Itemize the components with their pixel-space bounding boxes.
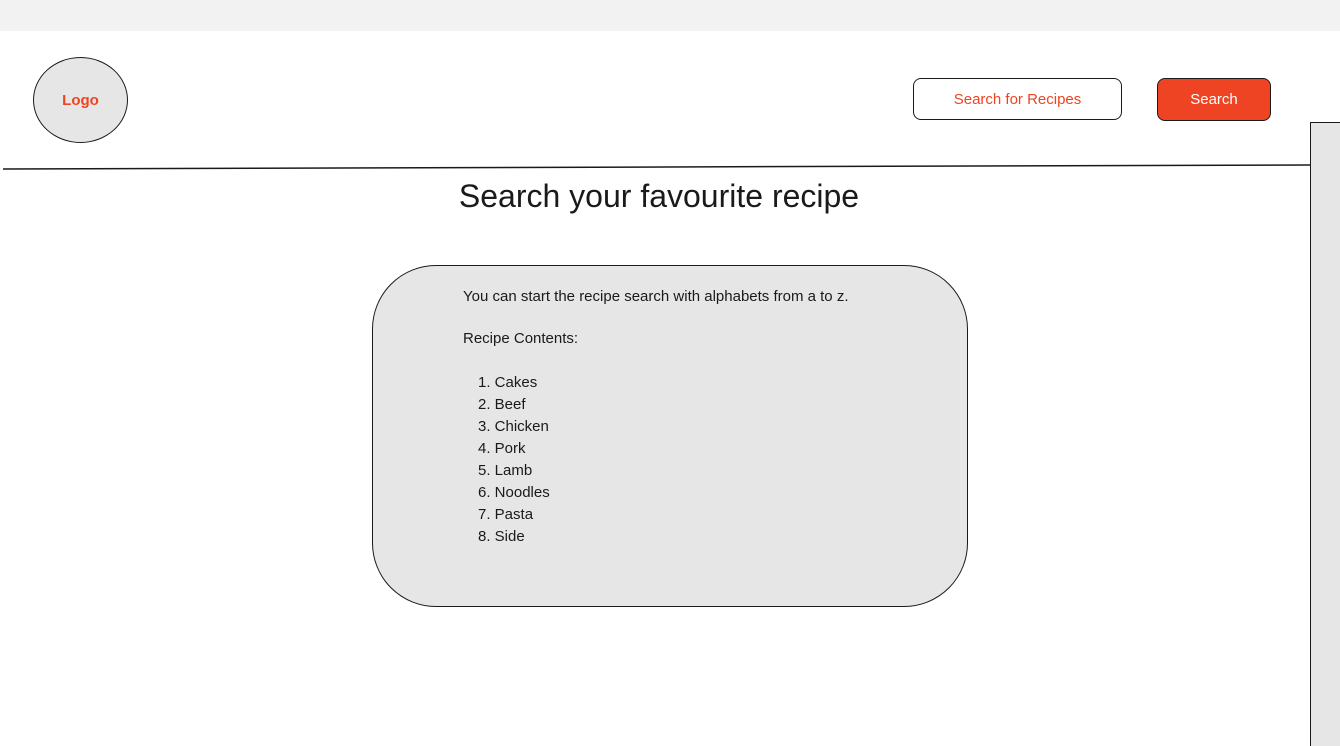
recipe-category-item: 6. Noodles	[478, 484, 550, 501]
recipe-contents-label: Recipe Contents:	[463, 330, 579, 347]
search-button[interactable]: Search	[1157, 78, 1271, 121]
logo-label: Logo	[62, 91, 99, 109]
search-hint-text: You can start the recipe search with alp…	[463, 288, 849, 305]
page-title: Search your favourite recipe	[458, 178, 860, 214]
search-input[interactable]	[913, 78, 1122, 120]
top-bar	[0, 0, 1340, 31]
recipe-category-item: 5. Lamb	[478, 462, 533, 479]
recipe-info-card: You can start the recipe search with alp…	[372, 265, 968, 607]
recipe-contents-list: 1. Cakes 2. Beef 3. Chicken 4. Pork 5. L…	[463, 372, 550, 548]
recipe-category-item: 7. Pasta	[478, 506, 534, 523]
recipe-category-item: 8. Side	[478, 528, 525, 545]
logo[interactable]: Logo	[33, 57, 128, 143]
recipe-category-item: 1. Cakes	[478, 374, 538, 391]
recipe-category-item: 3. Chicken	[478, 418, 549, 435]
recipe-category-item: 2. Beef	[478, 396, 526, 413]
page: Logo Search Search your favourite recipe…	[0, 0, 1340, 746]
side-panel	[1310, 122, 1340, 746]
recipe-category-item: 4. Pork	[478, 440, 526, 457]
